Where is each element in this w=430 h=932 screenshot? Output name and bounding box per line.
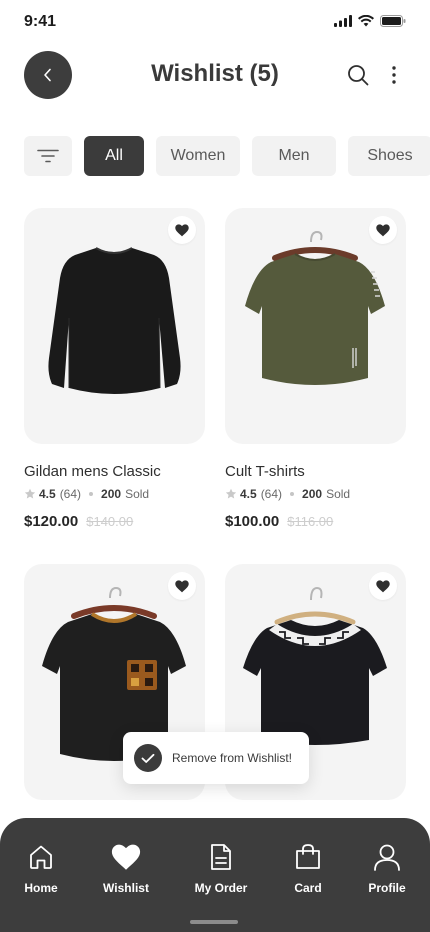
document-icon — [206, 842, 236, 872]
review-count: (64) — [260, 487, 283, 501]
wishlist-heart-button[interactable] — [369, 572, 397, 600]
nav-label: My Order — [194, 881, 248, 895]
wishlist-heart-button[interactable] — [168, 572, 196, 600]
chip-men[interactable]: Men — [252, 136, 336, 176]
price-row: $120.00 $140.00 — [24, 513, 205, 530]
price-row: $100.00 $116.00 — [225, 513, 406, 530]
sold-label: Sold — [326, 487, 351, 501]
nav-label: Wishlist — [103, 881, 149, 895]
nav-item-home[interactable]: Home — [21, 842, 61, 895]
rating-row: 4.5 (64) 200 Sold — [225, 487, 406, 501]
heart-icon — [175, 223, 189, 236]
rating-value: 4.5 — [39, 487, 56, 501]
header: Wishlist (5) — [0, 50, 430, 100]
status-time: 9:41 — [24, 13, 57, 30]
heart-icon — [175, 579, 189, 592]
rating-row: 4.5 (64) 200 Sold — [24, 487, 205, 501]
product-image[interactable] — [225, 208, 406, 444]
nav-label: Home — [24, 881, 58, 895]
more-options-button[interactable] — [384, 63, 404, 87]
nav-item-wishlist[interactable]: Wishlist — [96, 842, 156, 895]
status-icons — [334, 15, 406, 27]
nav-label: Profile — [368, 881, 406, 895]
bottom-navigation: Home Wishlist My Order Card Profile — [0, 818, 430, 932]
price: $120.00 — [24, 513, 79, 530]
separator-dot — [290, 492, 295, 496]
signal-icon — [334, 15, 352, 27]
product-card[interactable]: Gildan mens Classic 4.5 (64) 200 Sold $1… — [24, 208, 205, 530]
product-name: Gildan mens Classic — [24, 463, 161, 480]
sold-count: 200 — [101, 487, 122, 501]
heart-icon — [111, 842, 141, 872]
wishlist-heart-button[interactable] — [369, 216, 397, 244]
status-bar: 9:41 — [0, 0, 430, 44]
heart-icon — [376, 579, 390, 592]
home-indicator — [190, 920, 238, 924]
search-button[interactable] — [346, 63, 370, 87]
product-name: Cult T-shirts — [225, 463, 305, 480]
nav-item-profile[interactable]: Profile — [362, 842, 412, 895]
price: $100.00 — [225, 513, 280, 530]
search-icon — [348, 65, 369, 86]
more-vertical-icon — [392, 66, 396, 84]
separator-dot — [89, 492, 94, 496]
shopping-bag-icon — [293, 842, 323, 872]
chip-women[interactable]: Women — [156, 136, 240, 176]
sold-count: 200 — [302, 487, 323, 501]
product-card[interactable]: Cult T-shirts 4.5 (64) 200 Sold $100.00 … — [225, 208, 406, 530]
rating-value: 4.5 — [240, 487, 257, 501]
filter-icon — [37, 149, 59, 163]
chip-shoes[interactable]: Shoes — [348, 136, 430, 176]
battery-icon — [380, 15, 406, 27]
user-icon — [372, 842, 402, 872]
old-price: $116.00 — [287, 514, 334, 529]
wishlist-heart-button[interactable] — [168, 216, 196, 244]
nav-item-card[interactable]: Card — [288, 842, 328, 895]
star-icon — [24, 488, 36, 499]
heart-icon — [376, 223, 390, 236]
filter-bar: All Women Men Shoes — [24, 136, 430, 176]
toast-notification: Remove from Wishlist! — [123, 732, 309, 784]
old-price: $140.00 — [86, 514, 134, 529]
sold-label: Sold — [125, 487, 150, 501]
chip-all[interactable]: All — [84, 136, 144, 176]
star-icon — [225, 488, 237, 499]
check-circle-icon — [134, 744, 162, 772]
filter-button[interactable] — [24, 136, 72, 176]
nav-label: Card — [294, 881, 322, 895]
toast-message: Remove from Wishlist! — [172, 751, 293, 765]
product-image[interactable] — [24, 208, 205, 444]
wifi-icon — [358, 15, 374, 27]
home-icon — [26, 842, 56, 872]
review-count: (64) — [59, 487, 82, 501]
nav-item-my-order[interactable]: My Order — [186, 842, 256, 895]
